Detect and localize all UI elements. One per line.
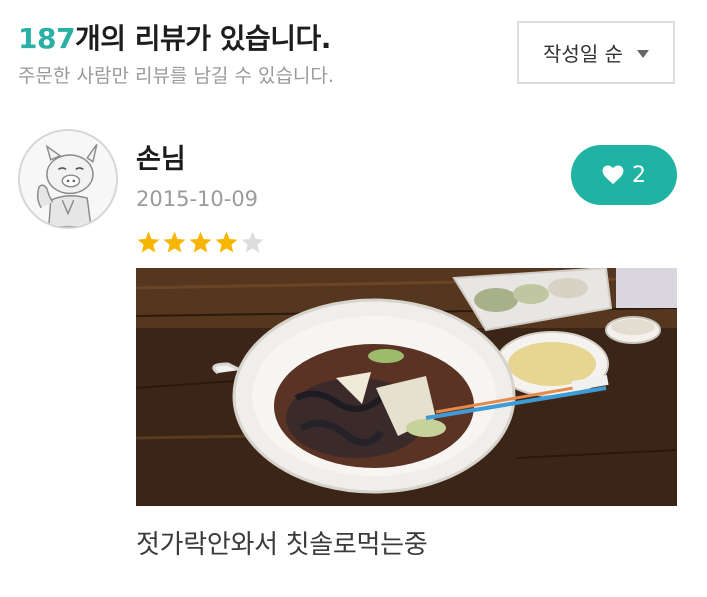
star-empty-icon (240, 230, 265, 255)
review-policy-note: 주문한 사람만 리뷰를 남길 수 있습니다. (18, 65, 334, 87)
review-count-suffix: 개의 리뷰가 있습니다. (74, 22, 331, 55)
like-count: 2 (632, 162, 646, 188)
sort-dropdown[interactable]: 작성일 순 (517, 21, 675, 84)
food-photo[interactable] (136, 268, 677, 506)
sort-dropdown-label: 작성일 순 (543, 42, 623, 66)
review-count: 187 (18, 22, 75, 55)
caret-down-icon (636, 49, 649, 58)
heart-icon (602, 165, 624, 185)
star-filled-icon (136, 230, 161, 255)
review-summary-header: 187개의 리뷰가 있습니다. 주문한 사람만 리뷰를 남길 수 있습니다. (18, 22, 334, 88)
star-filled-icon (162, 230, 187, 255)
star-filled-icon (214, 230, 239, 255)
review-author: 손님 (136, 144, 186, 175)
review-count-heading: 187개의 리뷰가 있습니다. (18, 22, 334, 56)
star-rating (136, 230, 265, 255)
like-button[interactable]: 2 (571, 145, 677, 205)
review-date: 2015-10-09 (136, 187, 259, 211)
pig-avatar-icon (18, 129, 118, 229)
review-text: 젓가락안와서 칫솔로먹는중 (136, 530, 428, 560)
star-filled-icon (188, 230, 213, 255)
